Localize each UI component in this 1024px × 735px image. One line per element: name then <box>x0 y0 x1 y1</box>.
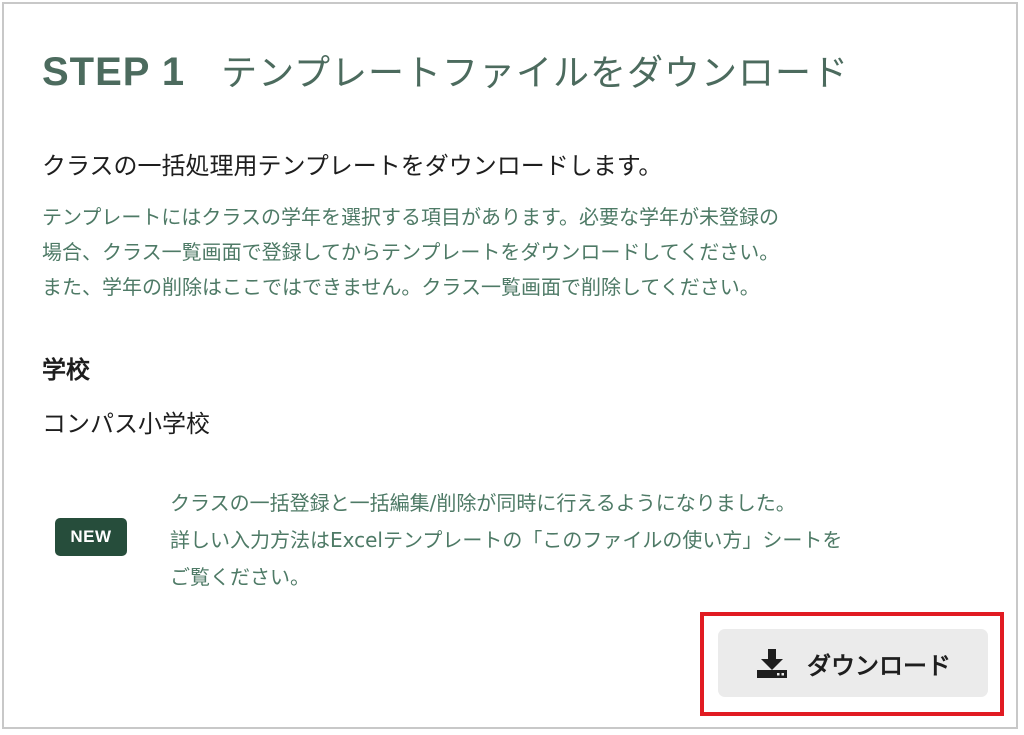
new-badge: NEW <box>55 518 127 556</box>
step-number: STEP 1 <box>42 50 186 94</box>
lead-text: クラスの一括処理用テンプレートをダウンロードします。 <box>42 152 663 180</box>
note-line: 場合、クラス一覧画面で登録してからテンプレートをダウンロードしてください。 <box>42 240 780 264</box>
note-line: テンプレートにはクラスの学年を選択する項目があります。必要な学年が未登録の <box>42 205 779 229</box>
template-note: テンプレートにはクラスの学年を選択する項目があります。必要な学年が未登録の 場合… <box>42 200 779 305</box>
download-button-label: ダウンロード <box>807 651 951 680</box>
school-label: 学校 <box>42 356 90 384</box>
download-button[interactable]: ダウンロード <box>718 629 988 697</box>
news-line: ご覧ください。 <box>170 565 310 589</box>
news-line: クラスの一括登録と一括編集/削除が同時に行えるようになりました。 <box>170 491 796 515</box>
step-header: STEP 1 テンプレートファイルをダウンロード <box>42 44 849 96</box>
news-message: クラスの一括登録と一括編集/削除が同時に行えるようになりました。 詳しい入力方法… <box>170 485 842 596</box>
download-icon <box>755 647 789 679</box>
school-name: コンパス小学校 <box>42 410 210 438</box>
step-title: テンプレートファイルをダウンロード <box>221 53 850 94</box>
note-line: また、学年の削除はここではできません。クラス一覧画面で削除してください。 <box>42 275 760 299</box>
news-line: 詳しい入力方法はExcelテンプレートの「このファイルの使い方」シートを <box>170 528 843 552</box>
